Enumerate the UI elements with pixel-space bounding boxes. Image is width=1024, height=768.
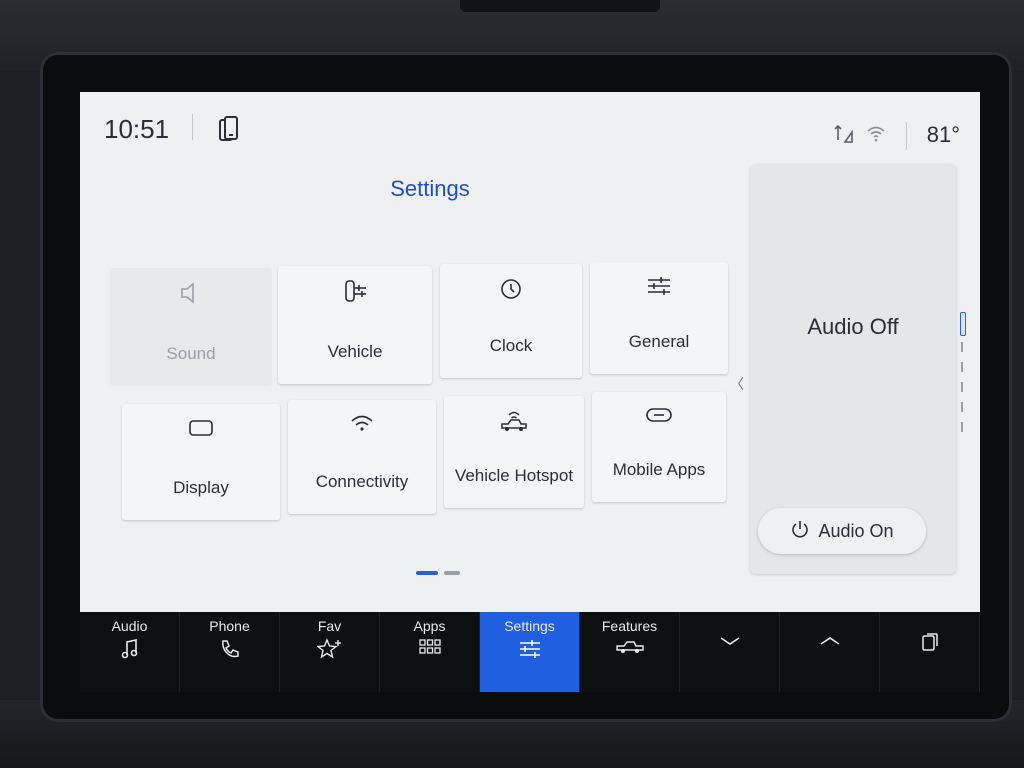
audio-on-label: Audio On [818, 520, 894, 541]
tile-label: Sound [166, 344, 216, 363]
page-indicator [416, 562, 466, 580]
status-bar: 10:51 81° [80, 92, 980, 164]
nav-apps[interactable]: Apps [380, 612, 480, 692]
chevron-down-icon [680, 634, 779, 648]
tile-clock[interactable]: Clock [440, 264, 582, 378]
multi-window-icon [880, 630, 979, 652]
phone-connected-icon[interactable] [218, 116, 240, 149]
apps-grid-icon [380, 638, 479, 656]
signal-icon [834, 124, 854, 149]
scroll-dash [961, 382, 963, 392]
page-dot-active [416, 571, 438, 575]
nav-label: Features [601, 618, 658, 634]
nav-label: Audio [111, 618, 148, 634]
nav-settings[interactable]: Settings [480, 612, 580, 692]
star-add-icon [280, 638, 379, 660]
chevron-up-icon [780, 634, 879, 648]
wifi-status-icon [866, 124, 886, 147]
tile-mobile-apps[interactable]: Mobile Apps [592, 392, 726, 502]
tile-vehicle-hotspot[interactable]: Vehicle Hotspot [444, 396, 584, 508]
nav-label: Apps [413, 618, 446, 634]
scroll-dash [961, 342, 963, 352]
scroll-dash [961, 402, 963, 412]
scrollbar[interactable] [960, 312, 966, 442]
scroll-dash [961, 362, 963, 372]
tile-label: General [628, 332, 690, 351]
tile-label: Connectivity [315, 472, 409, 491]
sliders-icon [590, 274, 728, 303]
tile-display[interactable]: Display [122, 404, 280, 520]
sliders-icon [480, 638, 579, 660]
vehicle-hotspot-icon [444, 408, 584, 439]
tile-label: Vehicle [327, 342, 383, 361]
status-divider [906, 122, 907, 150]
nav-label: Phone [209, 618, 250, 634]
vehicle-settings-icon [278, 278, 432, 309]
status-divider [192, 114, 193, 140]
phone-icon [180, 638, 279, 660]
display-icon [122, 416, 280, 445]
bottom-nav: Audio Phone Fav Apps Settings Features [80, 612, 980, 692]
scroll-dash [961, 422, 963, 432]
truck-icon [580, 638, 679, 656]
tile-label: Clock [489, 336, 533, 355]
audio-status: Audio Off [807, 314, 899, 339]
page-title: Settings [390, 176, 470, 201]
nav-features[interactable]: Features [580, 612, 680, 692]
dashboard-notch [460, 0, 660, 12]
nav-audio[interactable]: Audio [80, 612, 180, 692]
chevron-left-icon[interactable]: 〈 [730, 374, 744, 394]
clock-icon [440, 276, 582, 307]
nav-label: Settings [504, 618, 555, 634]
tile-label: Mobile Apps [612, 460, 706, 479]
clock-time: 10:51 [104, 114, 170, 144]
speaker-icon [110, 280, 272, 311]
nav-collapse[interactable] [680, 612, 780, 692]
infotainment-screen: 10:51 81° Settings Sound Vehicle Clock G… [80, 92, 980, 612]
nav-label: Fav [317, 618, 342, 634]
music-note-icon [80, 638, 179, 660]
page-dot[interactable] [444, 571, 460, 575]
tile-connectivity[interactable]: Connectivity [288, 400, 436, 514]
nav-multi-window[interactable] [880, 612, 980, 692]
tile-general[interactable]: General [590, 262, 728, 374]
tile-label: Display [173, 478, 229, 497]
scroll-thumb[interactable] [960, 312, 966, 336]
tile-label: Vehicle Hotspot [454, 466, 574, 485]
outside-temperature: 81° [926, 122, 960, 147]
tile-vehicle[interactable]: Vehicle [278, 266, 432, 384]
nav-fav[interactable]: Fav [280, 612, 380, 692]
nav-phone[interactable]: Phone [180, 612, 280, 692]
audio-on-button[interactable]: Audio On [758, 508, 926, 554]
tile-sound[interactable]: Sound [110, 268, 272, 386]
link-icon [592, 404, 726, 431]
nav-expand[interactable] [780, 612, 880, 692]
wifi-icon [288, 412, 436, 439]
power-icon [790, 519, 810, 544]
audio-panel: Audio Off Audio On [750, 164, 956, 574]
